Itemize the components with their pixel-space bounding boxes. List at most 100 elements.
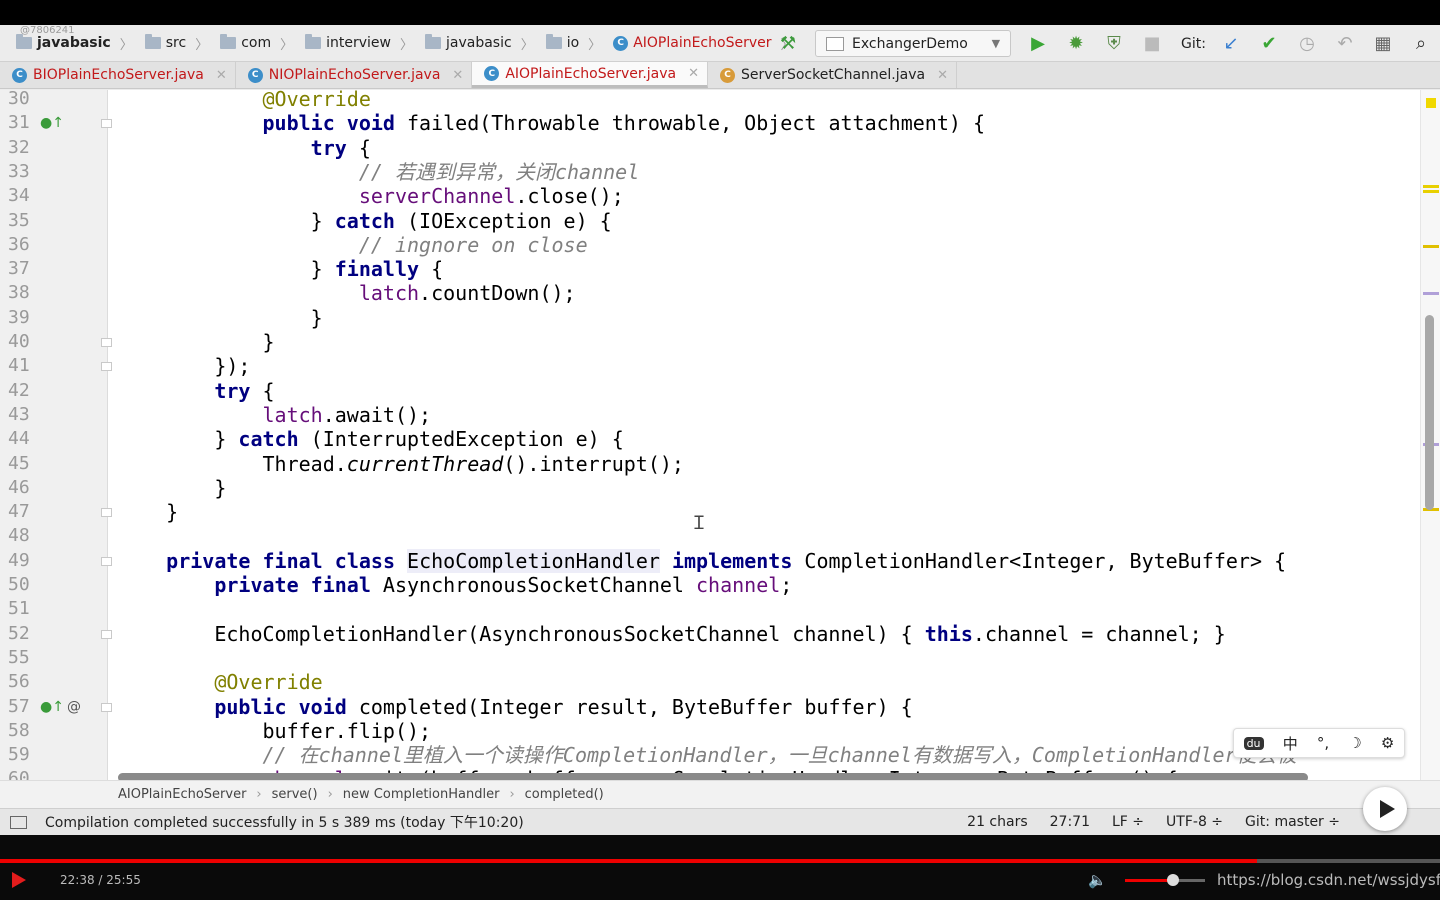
code-line[interactable]: latch.countDown(); xyxy=(118,281,576,305)
code-line[interactable]: private final class EchoCompletionHandle… xyxy=(118,548,1286,573)
navigation-bar: javabasic 〉 src 〉 com 〉 interview 〉 java… xyxy=(0,25,1440,62)
search-icon[interactable]: ⌕ xyxy=(1402,25,1440,62)
history-icon[interactable]: ◷ xyxy=(1288,25,1326,62)
breadcrumb-item[interactable]: completed() xyxy=(525,787,604,802)
nav-crumb-interview[interactable]: interview 〉 xyxy=(299,25,419,61)
coverage-icon[interactable]: ⛨ xyxy=(1095,25,1133,62)
tab-label: ServerSocketChannel.java xyxy=(741,67,926,83)
volume-slider[interactable] xyxy=(1125,874,1205,886)
warning-marker[interactable] xyxy=(1426,98,1436,108)
nav-crumb-javabasic[interactable]: javabasic 〉 xyxy=(419,25,540,61)
git-update-icon[interactable]: ↙ xyxy=(1212,25,1250,62)
play-icon[interactable] xyxy=(12,872,26,888)
close-icon[interactable]: ✕ xyxy=(688,66,699,81)
stop-icon[interactable]: ■ xyxy=(1133,25,1171,62)
editor-tabs: C BIOPlainEchoServer.java ✕ C NIOPlainEc… xyxy=(0,62,1440,89)
chevron-right-icon: › xyxy=(256,787,262,802)
video-time: 22:38 / 25:55 xyxy=(60,873,141,887)
code-line[interactable]: } xyxy=(118,306,323,330)
code-line[interactable]: } catch (InterruptedException e) { xyxy=(118,427,623,451)
code-line[interactable]: @Override xyxy=(118,670,322,694)
close-icon[interactable]: ✕ xyxy=(937,68,948,83)
code-line[interactable]: serverChannel.close(); xyxy=(118,184,624,208)
ime-toolbar[interactable]: du 中 °, ☽ ⚙ xyxy=(1233,728,1405,758)
code-line[interactable]: }); xyxy=(118,354,250,378)
code-line[interactable]: // 在channel里植入一个读操作CompletionHandler，一旦c… xyxy=(118,743,1297,767)
code-line[interactable]: try { xyxy=(118,379,274,403)
tab-nio-plain-echo-server[interactable]: C NIOPlainEchoServer.java ✕ xyxy=(236,62,473,88)
breadcrumb-item[interactable]: serve() xyxy=(272,787,318,802)
folder-icon xyxy=(144,34,161,49)
revert-icon[interactable]: ↶ xyxy=(1326,25,1364,62)
code-line[interactable]: @Override xyxy=(118,90,371,111)
code-area[interactable]: @Override public void failed(Throwable t… xyxy=(0,90,1420,780)
video-progress-bar[interactable] xyxy=(0,859,1440,863)
git-commit-icon[interactable]: ✔ xyxy=(1250,25,1288,62)
code-line[interactable]: EchoCompletionHandler(AsynchronousSocket… xyxy=(118,622,1225,646)
project-folder-icon xyxy=(16,34,32,49)
error-stripe[interactable] xyxy=(1420,90,1440,780)
code-line[interactable]: } xyxy=(118,500,178,524)
stripe-marker[interactable] xyxy=(1423,245,1439,248)
stripe-marker[interactable] xyxy=(1423,190,1439,193)
breadcrumb-item[interactable]: AIOPlainEchoServer xyxy=(118,787,246,802)
chevron-right-icon: › xyxy=(509,787,515,802)
nav-crumb-io[interactable]: io 〉 xyxy=(540,25,607,61)
video-top-bar xyxy=(0,0,1440,25)
code-line[interactable]: // 若遇到异常，关闭channel xyxy=(118,160,639,184)
caret-position[interactable]: 27:71 xyxy=(1050,814,1090,830)
code-line[interactable]: } xyxy=(118,330,274,354)
horizontal-scrollbar[interactable] xyxy=(118,773,1308,780)
code-line[interactable]: } xyxy=(118,476,226,500)
ime-settings-icon[interactable]: ⚙ xyxy=(1381,734,1394,752)
debug-icon[interactable]: ✹ xyxy=(1057,25,1095,62)
encoding-select[interactable]: UTF-8 ÷ xyxy=(1166,814,1223,830)
vertical-scrollbar[interactable] xyxy=(1425,315,1434,510)
code-editor[interactable]: 30 31 32 33 34 35 36 37 38 39 40 41 42 43 44 45 46 47 48 49… xyxy=(0,90,1440,780)
breadcrumb-item[interactable]: new CompletionHandler xyxy=(343,787,500,802)
code-line[interactable]: // ingnore on close xyxy=(118,233,588,257)
tab-server-socket-channel[interactable]: C ServerSocketChannel.java ✕ xyxy=(708,62,957,88)
nav-crumb-label: javabasic xyxy=(446,35,512,51)
tab-bio-plain-echo-server[interactable]: C BIOPlainEchoServer.java ✕ xyxy=(0,62,236,88)
close-icon[interactable]: ✕ xyxy=(452,68,463,83)
nav-crumb-src[interactable]: src 〉 xyxy=(139,25,214,61)
tool-windows-icon[interactable] xyxy=(10,815,27,829)
build-hammer-icon[interactable]: ⚒ xyxy=(769,25,807,62)
tab-label: AIOPlainEchoServer.java xyxy=(505,65,677,82)
stripe-marker[interactable] xyxy=(1423,292,1439,295)
ime-skin-icon[interactable]: ☽ xyxy=(1348,734,1361,752)
volume-icon[interactable]: 🔈 xyxy=(1088,871,1107,889)
code-line[interactable]: public void failed(Throwable throwable, … xyxy=(118,111,985,135)
run-icon[interactable]: ▶ xyxy=(1019,25,1057,62)
text-cursor-icon: Ｉ xyxy=(690,513,708,534)
chevron-right-icon: 〉 xyxy=(195,37,209,53)
close-icon[interactable]: ✕ xyxy=(216,68,227,83)
git-label: Git: xyxy=(1181,35,1206,52)
project-structure-icon[interactable]: ▦ xyxy=(1364,25,1402,62)
ime-language-toggle[interactable]: 中 xyxy=(1283,733,1298,754)
code-line[interactable]: } catch (IOException e) { xyxy=(118,209,612,233)
volume-knob[interactable] xyxy=(1167,874,1179,886)
code-line[interactable]: private final AsynchronousSocketChannel … xyxy=(118,573,792,597)
code-line[interactable]: public void completed(Integer result, By… xyxy=(118,695,912,719)
ime-logo-icon[interactable]: du xyxy=(1243,736,1264,750)
ime-punctuation-toggle[interactable]: °, xyxy=(1317,734,1329,752)
code-line[interactable]: latch.await(); xyxy=(118,403,432,427)
stripe-marker[interactable] xyxy=(1423,185,1439,188)
big-play-button[interactable] xyxy=(1363,787,1407,831)
volume-fill xyxy=(1125,879,1173,882)
folder-icon xyxy=(425,34,441,49)
config-icon xyxy=(826,36,845,51)
code-line[interactable]: } finally { xyxy=(118,257,443,281)
code-line[interactable]: try { xyxy=(118,136,371,160)
chevron-right-icon: 〉 xyxy=(588,37,602,53)
folder-icon xyxy=(545,34,562,49)
nav-crumb-com[interactable]: com 〉 xyxy=(214,25,299,61)
run-config-select[interactable]: ExchangerDemo ▼ xyxy=(815,30,1012,57)
git-branch-select[interactable]: Git: master ÷ xyxy=(1245,814,1340,830)
code-line[interactable]: buffer.flip(); xyxy=(118,719,431,743)
tab-aio-plain-echo-server[interactable]: C AIOPlainEchoServer.java ✕ xyxy=(472,62,709,88)
line-separator-select[interactable]: LF ÷ xyxy=(1112,814,1144,830)
code-line[interactable]: Thread.currentThread().interrupt(); xyxy=(118,452,683,476)
